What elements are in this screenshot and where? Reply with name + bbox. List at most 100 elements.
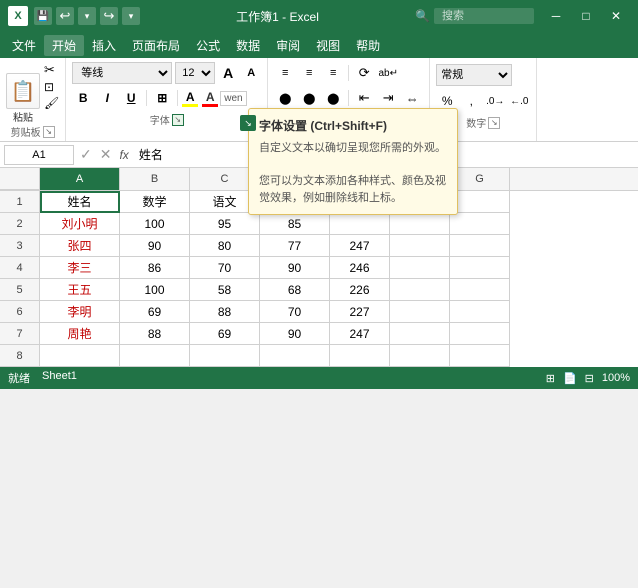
customize-btn[interactable]: ▾ [122, 7, 140, 25]
cell-b6[interactable]: 69 [120, 301, 190, 323]
increase-decimal-button[interactable]: .0→ [484, 90, 506, 112]
cell-a6[interactable]: 李明 [40, 301, 120, 323]
format-painter-button[interactable]: 🖌 [44, 96, 59, 110]
menu-data[interactable]: 数据 [228, 35, 268, 56]
cell-g8[interactable] [450, 345, 510, 367]
merge-button[interactable]: ⇔ [401, 87, 423, 109]
font-dialog-launcher[interactable]: ↘ [240, 115, 256, 131]
cell-a2[interactable]: 刘小明 [40, 213, 120, 235]
cell-c6[interactable]: 88 [190, 301, 260, 323]
cell-c5[interactable]: 58 [190, 279, 260, 301]
menu-help[interactable]: 帮助 [348, 35, 388, 56]
cell-e6[interactable]: 227 [330, 301, 390, 323]
menu-file[interactable]: 文件 [4, 35, 44, 56]
underline-button[interactable]: U [120, 87, 142, 109]
page-layout-icon[interactable]: 📄 [563, 372, 577, 385]
border-button[interactable]: ⊞ [151, 87, 173, 109]
normal-view-icon[interactable]: ⊞ [546, 372, 555, 385]
copy-button[interactable]: ⊡ [44, 80, 59, 94]
cell-b3[interactable]: 90 [120, 235, 190, 257]
clipboard-expander[interactable]: ↘ [43, 126, 55, 138]
cell-a7[interactable]: 周艳 [40, 323, 120, 345]
menu-formula[interactable]: 公式 [188, 35, 228, 56]
cell-g3[interactable] [450, 235, 510, 257]
col-header-a[interactable]: A [40, 168, 120, 190]
align-left-button[interactable]: ⬤ [274, 87, 296, 109]
cell-f4[interactable] [390, 257, 450, 279]
cell-b2[interactable]: 100 [120, 213, 190, 235]
page-break-icon[interactable]: ⊟ [585, 372, 594, 385]
cell-c4[interactable]: 70 [190, 257, 260, 279]
col-header-g[interactable]: G [450, 168, 510, 190]
sheet-tab[interactable]: Sheet1 [42, 370, 77, 386]
undo-button[interactable]: ↩ [56, 7, 74, 25]
save-button[interactable]: 💾 [34, 7, 52, 25]
cell-c3[interactable]: 80 [190, 235, 260, 257]
align-right-button[interactable]: ⬤ [322, 87, 344, 109]
number-expander[interactable]: ↘ [488, 117, 500, 129]
cell-d4[interactable]: 90 [260, 257, 330, 279]
cell-e2[interactable] [330, 213, 390, 235]
cell-e5[interactable]: 226 [330, 279, 390, 301]
font-size-select[interactable]: 12 [175, 62, 215, 84]
cell-d2[interactable]: 85 [260, 213, 330, 235]
minimize-button[interactable]: ─ [542, 4, 570, 28]
cell-b7[interactable]: 88 [120, 323, 190, 345]
italic-button[interactable]: I [96, 87, 118, 109]
wrap-text-button[interactable]: ab↵ [377, 62, 399, 84]
row-header-5[interactable]: 5 [0, 279, 40, 301]
cell-a3[interactable]: 张四 [40, 235, 120, 257]
decrease-font-button[interactable]: A [241, 63, 261, 83]
row-header-1[interactable]: 1 [0, 191, 40, 213]
decrease-decimal-button[interactable]: ←.0 [508, 90, 530, 112]
cell-d6[interactable]: 70 [260, 301, 330, 323]
cell-f8[interactable] [390, 345, 450, 367]
cell-f7[interactable] [390, 323, 450, 345]
cell-e7[interactable]: 247 [330, 323, 390, 345]
cell-d3[interactable]: 77 [260, 235, 330, 257]
row-header-7[interactable]: 7 [0, 323, 40, 345]
cell-b1[interactable]: 数学 [120, 191, 190, 213]
cell-a8[interactable] [40, 345, 120, 367]
menu-view[interactable]: 视图 [308, 35, 348, 56]
menu-pagelayout[interactable]: 页面布局 [124, 35, 188, 56]
comma-button[interactable]: , [460, 90, 482, 112]
fill-color-button[interactable]: A [182, 90, 198, 107]
cell-c7[interactable]: 69 [190, 323, 260, 345]
cell-g1[interactable] [450, 191, 510, 213]
increase-indent-button[interactable]: ⇥ [377, 87, 399, 109]
font-color-button[interactable]: A [202, 90, 218, 107]
cell-f3[interactable] [390, 235, 450, 257]
cell-e4[interactable]: 246 [330, 257, 390, 279]
align-bottom-button[interactable]: ≡ [322, 62, 344, 84]
align-top-button[interactable]: ≡ [274, 62, 296, 84]
cell-e8[interactable] [330, 345, 390, 367]
cut-button[interactable]: ✂ [44, 62, 59, 78]
menu-review[interactable]: 审阅 [268, 35, 308, 56]
decrease-indent-button[interactable]: ⇤ [353, 87, 375, 109]
cell-g4[interactable] [450, 257, 510, 279]
cell-d5[interactable]: 68 [260, 279, 330, 301]
cell-a1[interactable]: 姓名 [40, 191, 120, 213]
align-middle-button[interactable]: ≡ [298, 62, 320, 84]
cell-b5[interactable]: 100 [120, 279, 190, 301]
bold-button[interactable]: B [72, 87, 94, 109]
cell-reference-input[interactable] [4, 145, 74, 165]
font-expander[interactable]: ↘ [172, 114, 184, 126]
cell-d8[interactable] [260, 345, 330, 367]
cell-f5[interactable] [390, 279, 450, 301]
cell-e3[interactable]: 247 [330, 235, 390, 257]
cell-g2[interactable] [450, 213, 510, 235]
redo-button[interactable]: ↪ [100, 7, 118, 25]
row-header-8[interactable]: 8 [0, 345, 40, 367]
menu-insert[interactable]: 插入 [84, 35, 124, 56]
cell-a4[interactable]: 李三 [40, 257, 120, 279]
row-header-6[interactable]: 6 [0, 301, 40, 323]
wen-button[interactable]: wen [220, 91, 246, 106]
cell-g5[interactable] [450, 279, 510, 301]
row-header-2[interactable]: 2 [0, 213, 40, 235]
cell-c8[interactable] [190, 345, 260, 367]
search-input[interactable] [434, 8, 534, 24]
row-header-3[interactable]: 3 [0, 235, 40, 257]
cell-d7[interactable]: 90 [260, 323, 330, 345]
